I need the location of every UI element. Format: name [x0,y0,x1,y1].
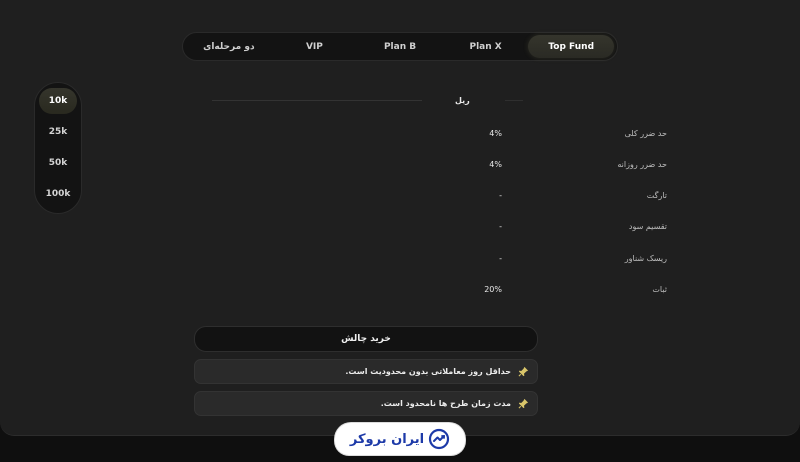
tab-two-step[interactable]: دو مرحله‌ای [186,35,272,58]
brand-logo-icon [428,428,450,450]
row-label-daily-loss: حد ضرر روزانه [617,160,667,169]
account-size-selector: 10k 25k 50k 100k [34,82,82,214]
row-value-consistency: 20% [484,285,502,294]
table-header-divider [212,100,422,101]
size-option-50k[interactable]: 50k [39,150,77,176]
row-label-target: تارگت [646,191,667,200]
table-header-divider-short [505,100,523,101]
tab-top-fund[interactable]: Top Fund [528,35,614,58]
row-value-profit-split: - [499,222,502,231]
size-option-25k[interactable]: 25k [39,119,77,145]
note-min-trading-days: حداقل روز معاملاتی بدون محدودیت است. [194,359,538,384]
size-option-100k[interactable]: 100k [39,181,77,207]
row-label-profit-split: تقسیم سود [628,222,667,231]
plans-panel: Top Fund Plan X Plan B VIP دو مرحله‌ای 1… [0,0,800,436]
row-value-total-loss: 4% [489,129,502,138]
pin-icon [517,398,529,410]
row-value-floating-risk: - [499,254,502,263]
row-label-total-loss: حد ضرر کلی [624,129,667,138]
note-text: مدت زمان طرح ها نامحدود است. [380,399,511,408]
tab-plan-x[interactable]: Plan X [443,35,529,58]
size-option-10k[interactable]: 10k [39,88,77,114]
row-label-consistency: ثبات [652,285,667,294]
brand-name: ایران بروکر [349,431,425,447]
tab-vip[interactable]: VIP [272,35,358,58]
tab-plan-b[interactable]: Plan B [357,35,443,58]
note-plan-duration: مدت زمان طرح ها نامحدود است. [194,391,538,416]
currency-header: ریل [455,96,470,105]
note-text: حداقل روز معاملاتی بدون محدودیت است. [345,367,511,376]
brand-badge: ایران بروکر [335,423,465,455]
row-value-daily-loss: 4% [489,160,502,169]
pin-icon [517,366,529,378]
plan-tabs: Top Fund Plan X Plan B VIP دو مرحله‌ای [182,32,618,61]
buy-challenge-button[interactable]: خرید چالش [194,326,538,352]
row-label-floating-risk: ریسک شناور [624,254,667,263]
row-value-target: - [499,191,502,200]
